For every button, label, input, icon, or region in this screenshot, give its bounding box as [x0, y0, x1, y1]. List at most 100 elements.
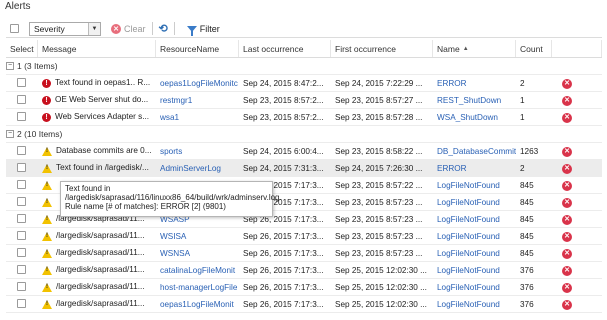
row-checkbox[interactable] [17, 179, 26, 189]
row-checkbox[interactable] [17, 213, 26, 223]
table-row[interactable]: Database commits are 0... sports Sep 24, 2… [6, 143, 602, 160]
row-checkbox[interactable] [17, 77, 26, 87]
error-icon: ! [42, 95, 51, 105]
row-checkbox[interactable] [17, 230, 26, 240]
circle-x-icon[interactable]: ✕ [562, 112, 572, 123]
alert-name-link[interactable]: ERROR [433, 79, 516, 88]
column-header-message[interactable]: Message [38, 40, 156, 57]
table-row[interactable]: /largedisk/saprasad/11... WSISA Sep 26, 20… [6, 228, 602, 245]
alert-name-link[interactable]: ERROR [433, 164, 516, 173]
toolbar-divider [151, 22, 153, 35]
circle-x-icon[interactable]: ✕ [562, 95, 572, 106]
table-row[interactable]: Text found in /largedisk/... AdminServerL… [6, 160, 602, 177]
message-text: /largedisk/saprasad/11... [56, 231, 145, 241]
table-row[interactable]: /largedisk/saprasad/11... WSNSA Sep 26, 20… [6, 245, 602, 262]
warning-icon [42, 197, 52, 207]
alert-name-link[interactable]: DB_DatabaseCommitsL [433, 147, 516, 156]
first-occurrence: Sep 23, 2015 8:57:22 ... [335, 180, 423, 190]
select-cell [6, 264, 38, 276]
message-text: OE Web Server shut do... [55, 95, 149, 105]
filter-button[interactable]: Filter [186, 23, 220, 36]
table-row[interactable]: ! Text found in oepas1.. R... oepas1LogFil… [6, 75, 602, 92]
column-header-resource[interactable]: ResourceName [156, 40, 239, 57]
severity-select[interactable]: Severity ▼ [29, 21, 101, 36]
resource-link[interactable]: oepas1LogFileMonit [156, 300, 239, 309]
circle-x-icon[interactable]: ✕ [562, 163, 572, 174]
message-cell: ! Text found in oepas1.. R... [38, 78, 156, 88]
warning-icon [42, 299, 52, 309]
alert-name-link[interactable]: LogFileNotFound [433, 232, 516, 241]
column-header-last-occurrence[interactable]: Last occurrence [239, 40, 331, 57]
column-header-name[interactable]: Name ▲ [433, 40, 516, 57]
row-checkbox[interactable] [17, 94, 26, 104]
warning-icon [42, 282, 52, 292]
resource-link[interactable]: WSNSA [156, 249, 239, 258]
first-occurrence: Sep 23, 2015 8:57:28 ... [335, 112, 423, 122]
group-header[interactable]: −2 (10 Items) [6, 126, 602, 143]
message-cell: Text found in /largedisk/... [38, 163, 156, 173]
alert-name-link[interactable]: LogFileNotFound [433, 283, 516, 292]
circle-x-icon[interactable]: ✕ [562, 282, 572, 293]
table-row[interactable]: ! OE Web Server shut do... restmgr1 Sep 23,… [6, 92, 602, 109]
filter-label: Filter [199, 23, 220, 34]
table-row[interactable]: ! Web Services Adapter s... wsa1 Sep 23, 20… [6, 109, 602, 126]
alert-count: 845 [520, 197, 534, 207]
alert-count: 376 [520, 265, 534, 275]
row-checkbox[interactable] [17, 111, 26, 121]
resource-link[interactable]: AdminServerLog [156, 164, 239, 173]
circle-x-icon[interactable]: ✕ [562, 265, 572, 276]
circle-x-icon[interactable]: ✕ [562, 78, 572, 89]
table-row[interactable]: /largedisk/saprasad/11... oepas1LogFileMo… [6, 296, 602, 313]
row-checkbox[interactable] [17, 298, 26, 308]
row-checkbox[interactable] [17, 196, 26, 206]
circle-x-icon[interactable]: ✕ [562, 214, 572, 225]
message-text: Text found in /largedisk/... [56, 163, 149, 173]
first-occurrence: Sep 25, 2015 12:02:30 ... [335, 265, 427, 275]
column-header-first-occurrence[interactable]: First occurrence [331, 40, 433, 57]
table-row[interactable]: /largedisk/saprasad/11... host-managerLog… [6, 279, 602, 296]
resource-link[interactable]: host-managerLogFile [156, 283, 239, 292]
alert-name-link[interactable]: LogFileNotFound [433, 198, 516, 207]
alert-name-link[interactable]: LogFileNotFound [433, 300, 516, 309]
alert-name-link[interactable]: REST_ShutDown [433, 96, 516, 105]
resource-link[interactable]: catalinaLogFileMonit [156, 266, 239, 275]
clear-button[interactable]: ✕ Clear [111, 23, 146, 34]
circle-x-icon[interactable]: ✕ [562, 180, 572, 191]
circle-x-icon[interactable]: ✕ [562, 299, 572, 310]
circle-x-icon[interactable]: ✕ [562, 231, 572, 242]
row-checkbox[interactable] [17, 247, 26, 257]
circle-x-icon[interactable]: ✕ [562, 146, 572, 157]
table-row[interactable]: /largedisk/saprasad/11... catalinaLogFile… [6, 262, 602, 279]
alert-name-link[interactable]: LogFileNotFound [433, 181, 516, 190]
select-all-checkbox[interactable] [10, 24, 19, 33]
resource-link[interactable]: WSISA [156, 232, 239, 241]
circle-x-icon[interactable]: ✕ [562, 197, 572, 208]
select-cell [6, 230, 38, 242]
circle-x-icon[interactable]: ✕ [562, 248, 572, 259]
collapse-icon[interactable]: − [6, 130, 14, 138]
alert-name-link[interactable]: LogFileNotFound [433, 215, 516, 224]
row-checkbox[interactable] [17, 145, 26, 155]
resource-link[interactable]: restmgr1 [156, 96, 239, 105]
row-checkbox[interactable] [17, 281, 26, 291]
select-cell [6, 94, 38, 106]
select-cell [6, 77, 38, 89]
clear-icon: ✕ [111, 23, 121, 34]
severity-select-value: Severity [34, 23, 65, 34]
group-header[interactable]: −1 (3 Items) [6, 58, 602, 75]
resource-link[interactable]: sports [156, 147, 239, 156]
resource-link[interactable]: wsa1 [156, 113, 239, 122]
column-header-select[interactable]: Select [6, 40, 38, 57]
alert-name-link[interactable]: WSA_ShutDown [433, 113, 516, 122]
first-occurrence: Sep 23, 2015 8:57:23 ... [335, 231, 423, 241]
collapse-icon[interactable]: − [6, 62, 14, 70]
alert-name-link[interactable]: LogFileNotFound [433, 249, 516, 258]
refresh-icon[interactable]: ⟲ [159, 22, 168, 35]
select-cell [6, 196, 38, 208]
row-checkbox[interactable] [17, 162, 26, 172]
row-checkbox[interactable] [17, 264, 26, 274]
select-cell [6, 111, 38, 123]
resource-link[interactable]: oepas1LogFileMonitc [156, 79, 239, 88]
column-header-count[interactable]: Count [516, 40, 552, 57]
alert-name-link[interactable]: LogFileNotFound [433, 266, 516, 275]
